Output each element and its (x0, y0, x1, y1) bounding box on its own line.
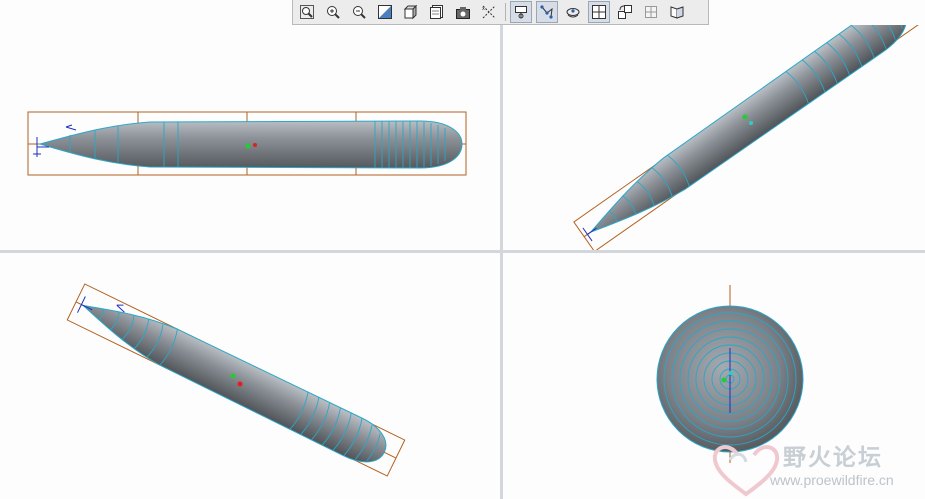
datum-axes-button[interactable]: x (478, 1, 500, 23)
zoom-out-icon (353, 6, 366, 19)
view-manager-button[interactable] (666, 1, 688, 23)
view-manager-icon (670, 6, 684, 19)
orientation-button[interactable] (452, 1, 474, 23)
shaded-cube-icon (403, 4, 418, 20)
saved-views-icon (430, 5, 443, 19)
csys-display-button[interactable] (562, 1, 584, 23)
isometric-view-top-right-viewport[interactable] (503, 25, 925, 250)
watermark-title: 野火论坛 (783, 445, 883, 471)
end-view-point-teal (729, 371, 733, 375)
swap-views-icon (618, 5, 632, 19)
watermark-url: www.proewildfire.cn (770, 472, 894, 488)
front-view-point-green (245, 143, 251, 149)
isometric-view-bottom-left-canvas (66, 283, 406, 477)
front-view-point-red (253, 143, 257, 147)
repaint-icon (378, 5, 392, 19)
tr-point-green (742, 114, 748, 120)
isometric-view-bottom-left-viewport[interactable] (0, 253, 500, 499)
zoom-in-icon (327, 6, 340, 19)
layout-grid-icon (645, 6, 657, 18)
four-views-icon (592, 5, 606, 19)
view-toolbar: x (292, 0, 709, 25)
bl-point-green (230, 373, 236, 379)
shading-button[interactable] (400, 1, 422, 23)
swap-views-button[interactable] (614, 1, 636, 23)
datum-axes-icon: x (482, 5, 496, 19)
tr-body (590, 25, 907, 233)
bl-point-red (237, 381, 243, 387)
zoom-in-button[interactable] (322, 1, 344, 23)
multi-view-button[interactable] (588, 1, 610, 23)
zoom-out-button[interactable] (348, 1, 370, 23)
tr-point-teal (749, 121, 753, 125)
csys-icon (566, 8, 580, 18)
toolbar-separator (505, 3, 506, 21)
camera-icon (456, 7, 470, 19)
end-view-point-green (721, 377, 727, 383)
spin-center-button[interactable] (510, 1, 532, 23)
front-view-body (38, 120, 463, 169)
saved-views-button[interactable] (426, 1, 448, 23)
isometric-view-top-right-canvas (573, 25, 923, 250)
front-view-viewport[interactable] (0, 25, 500, 250)
svg-text:x: x (482, 6, 485, 12)
zoom-fit-button[interactable] (296, 1, 318, 23)
datum-points-icon (540, 5, 553, 19)
layout-grid-button[interactable] (640, 1, 662, 23)
front-view-canvas (27, 111, 467, 176)
zoom-fit-icon (300, 5, 314, 19)
spin-center-icon (515, 6, 527, 19)
repaint-button[interactable] (374, 1, 396, 23)
datum-points-button[interactable] (536, 1, 558, 23)
bl-body (81, 304, 387, 463)
